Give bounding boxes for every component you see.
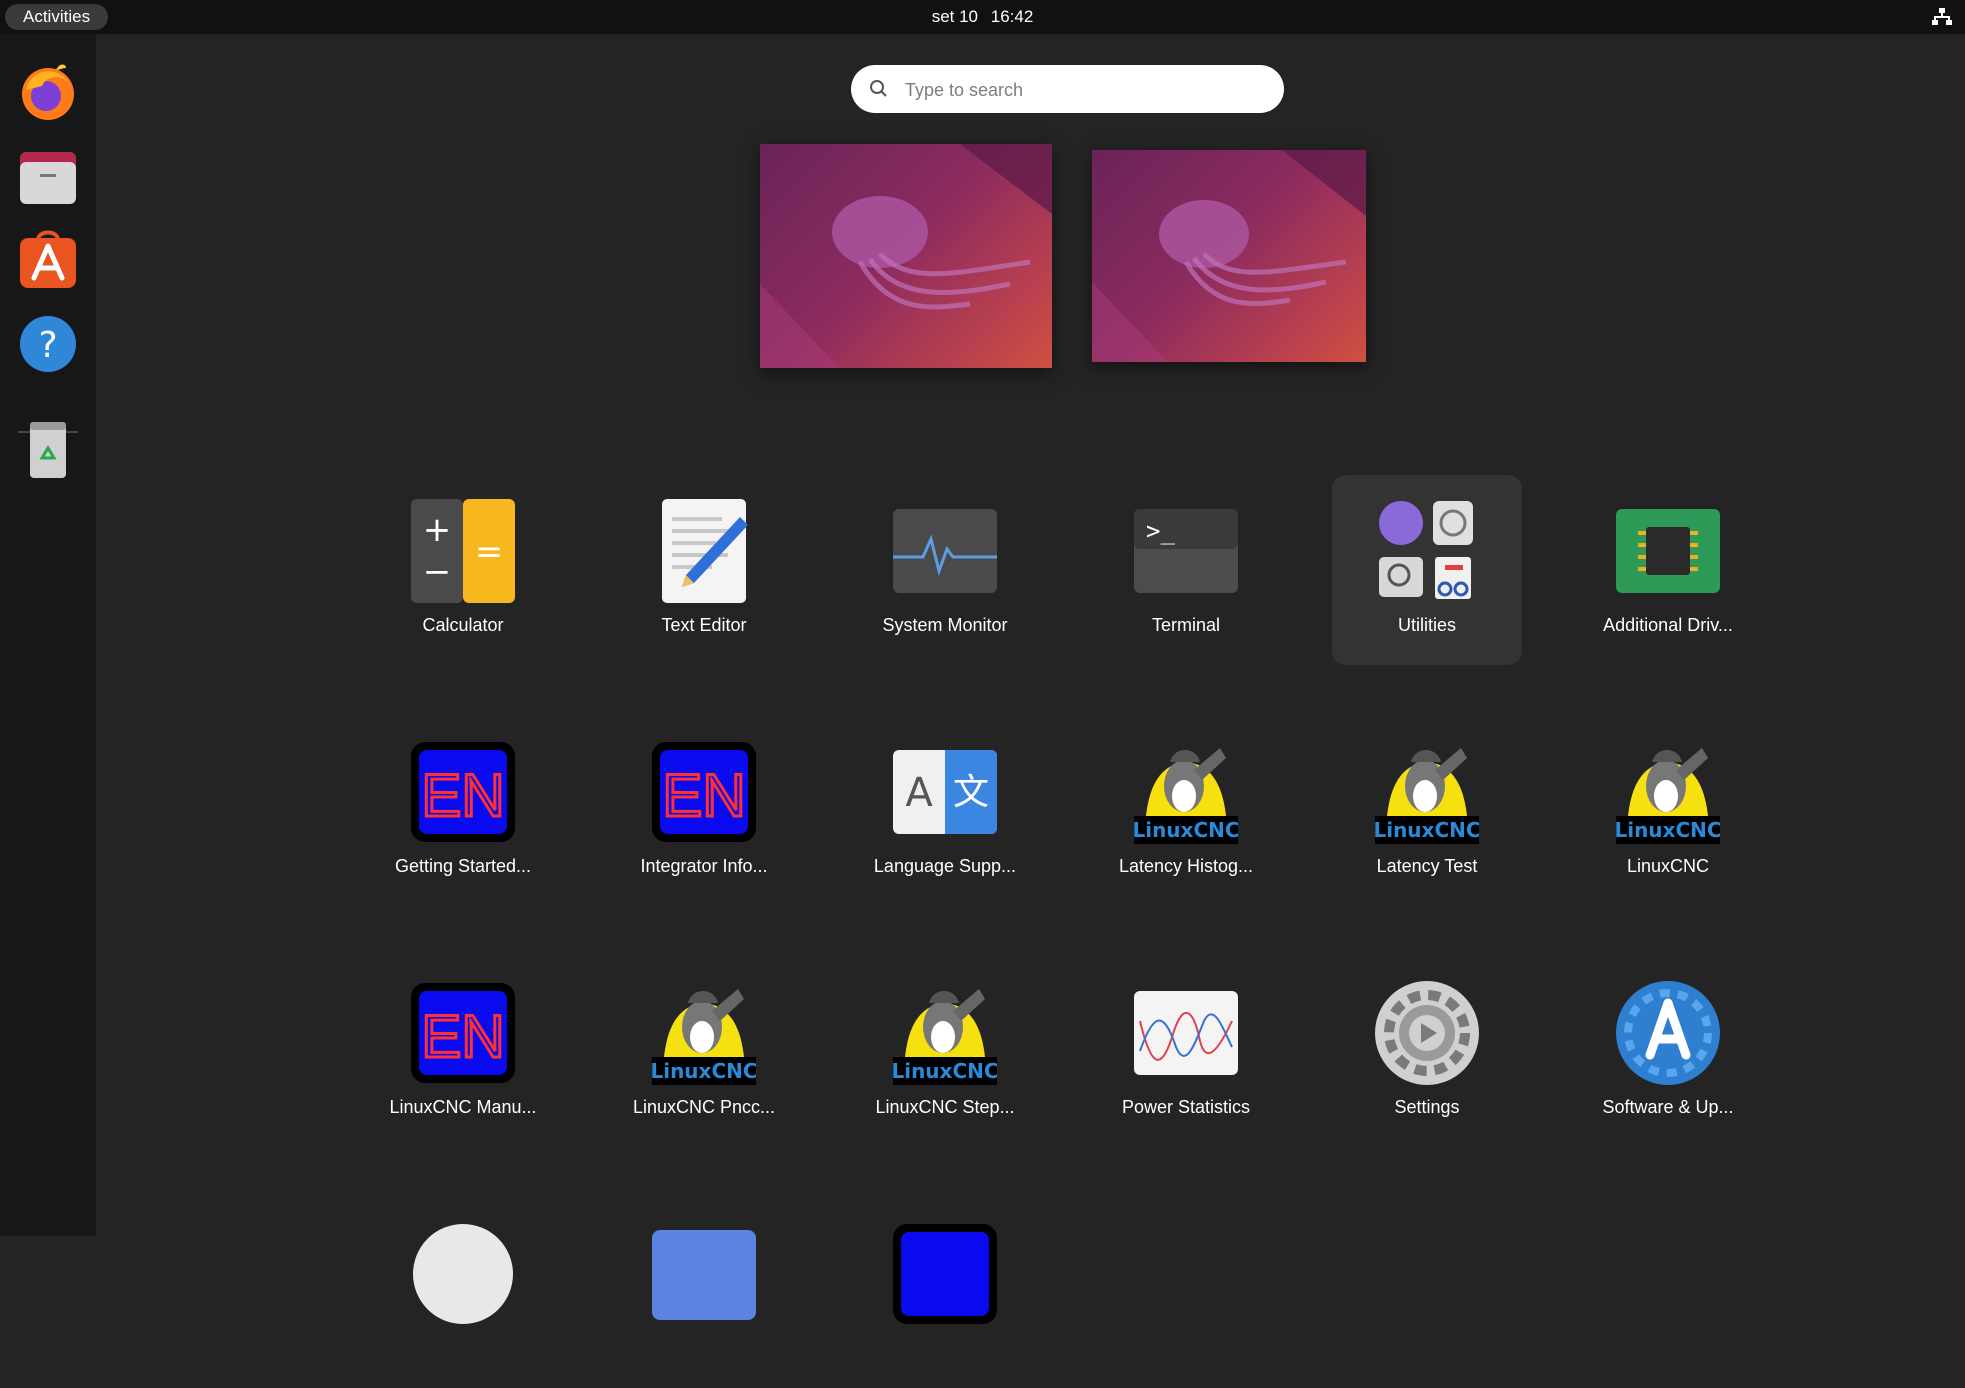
app-latency-test[interactable]: LinuxCNC Latency Test [1332,716,1522,906]
dock-item-software[interactable] [16,228,80,292]
app-software-updates[interactable]: Software & Up... [1573,957,1763,1147]
svg-text:=: = [475,532,504,572]
app-label: Terminal [1151,615,1221,635]
app-linuxcnc[interactable]: LinuxCNC LinuxCNC [1573,716,1763,906]
app-linuxcnc-manual[interactable]: EN LinuxCNC Manu... [368,957,558,1147]
en-icon [893,1224,997,1324]
svg-text:EN: EN [662,762,745,829]
app-icon [652,1230,756,1320]
linuxcnc-icon: LinuxCNC [893,989,997,1085]
en-icon: EN [652,742,756,842]
svg-text:>_: >_ [1146,517,1175,545]
app-linuxcnc-step[interactable]: LinuxCNC LinuxCNC Step... [850,957,1040,1147]
clock-date: set 10 [931,7,979,26]
dock-item-help[interactable]: ? [16,312,80,376]
system-monitor-icon [893,509,997,593]
app-settings[interactable]: Settings [1332,957,1522,1147]
app-text-editor[interactable]: Text Editor [609,475,799,665]
svg-text:文: 文 [953,772,989,813]
app-label: LinuxCNC Pncc... [632,1097,776,1117]
clock[interactable]: set 10 16:42 [0,0,1965,34]
app-label: LinuxCNC Step... [875,1097,1015,1117]
linuxcnc-icon: LinuxCNC [1134,748,1238,844]
svg-text:LinuxCNC: LinuxCNC [1134,818,1238,842]
language-icon: A 文 [893,750,997,834]
app-store-icon [20,230,76,288]
svg-text:EN: EN [421,762,504,829]
dock-item-files[interactable] [16,144,80,208]
svg-text:−: − [423,552,452,592]
linuxcnc-icon: LinuxCNC [652,989,756,1085]
dock-item-firefox[interactable] [16,60,80,124]
app-row4-item-2[interactable] [609,1198,799,1388]
en-icon: EN [411,742,515,842]
app-label: Utilities [1397,615,1456,635]
trash-icon [30,422,66,478]
search-field[interactable] [851,65,1284,113]
app-label: Power Statistics [1121,1097,1251,1117]
jellyfish-wallpaper [1092,150,1366,362]
utilities-folder-icon [1379,501,1473,599]
app-utilities-folder[interactable]: Utilities [1332,475,1522,665]
svg-text:LinuxCNC: LinuxCNC [1616,818,1720,842]
app-label: Latency Test [1376,856,1478,876]
app-label: LinuxCNC [1626,856,1710,876]
settings-icon [1375,981,1479,1085]
app-power-statistics[interactable]: Power Statistics [1091,957,1281,1147]
svg-text:+: + [423,510,452,550]
app-label: Settings [1394,1097,1460,1117]
firefox-icon [22,64,74,120]
app-label: Integrator Info... [640,856,768,876]
svg-text:LinuxCNC: LinuxCNC [1375,818,1479,842]
app-additional-drivers[interactable]: Additional Driv... [1573,475,1763,665]
chip-icon [1616,509,1720,593]
app-label: Additional Driv... [1603,615,1733,635]
help-icon: ? [20,316,76,372]
power-statistics-icon [1134,991,1238,1075]
app-label: Text Editor [661,615,747,635]
app-integrator-info[interactable]: EN Integrator Info... [609,716,799,906]
app-label: Calculator [422,615,504,635]
app-language-support[interactable]: A 文 Language Supp... [850,716,1040,906]
app-terminal[interactable]: >_ Terminal [1091,475,1281,665]
app-getting-started[interactable]: EN Getting Started... [368,716,558,906]
svg-text:EN: EN [421,1003,504,1070]
app-label: Software & Up... [1602,1097,1734,1117]
app-label: Getting Started... [394,856,532,876]
app-row4-item-3[interactable] [850,1198,1040,1388]
app-icon [413,1224,513,1324]
app-system-monitor[interactable]: System Monitor [850,475,1040,665]
search-input[interactable] [903,73,1267,107]
search-icon [870,80,887,97]
terminal-icon: >_ [1134,509,1238,593]
app-row4-item-1[interactable] [368,1198,558,1388]
files-icon [20,152,76,204]
clock-time: 16:42 [990,7,1034,26]
app-linuxcnc-pncc[interactable]: LinuxCNC LinuxCNC Pncc... [609,957,799,1147]
calculator-icon: + − = [411,499,515,603]
en-icon: EN [411,983,515,1083]
linuxcnc-icon: LinuxCNC [1375,748,1479,844]
dock-item-trash[interactable] [16,418,80,482]
svg-text:A: A [905,770,933,816]
linuxcnc-icon: LinuxCNC [1616,748,1720,844]
network-icon [1932,8,1952,25]
jellyfish-wallpaper [760,144,1052,368]
svg-text:?: ? [38,325,57,366]
text-editor-icon [662,499,748,603]
app-label: Latency Histog... [1118,856,1254,876]
svg-text:LinuxCNC: LinuxCNC [652,1059,756,1083]
app-calculator[interactable]: + − = Calculator [368,475,558,665]
dock: ? [0,34,96,1236]
workspace-thumbnail-1[interactable] [760,144,1052,368]
app-label: Language Supp... [873,856,1017,876]
software-updates-icon [1616,981,1720,1085]
system-menu[interactable] [1915,0,1965,34]
app-label: LinuxCNC Manu... [389,1097,537,1117]
workspace-thumbnail-2[interactable] [1092,150,1366,362]
svg-text:LinuxCNC: LinuxCNC [893,1059,997,1083]
top-bar: Activities set 10 16:42 [0,0,1965,34]
app-latency-histogram[interactable]: LinuxCNC Latency Histog... [1091,716,1281,906]
app-label: System Monitor [882,615,1008,635]
